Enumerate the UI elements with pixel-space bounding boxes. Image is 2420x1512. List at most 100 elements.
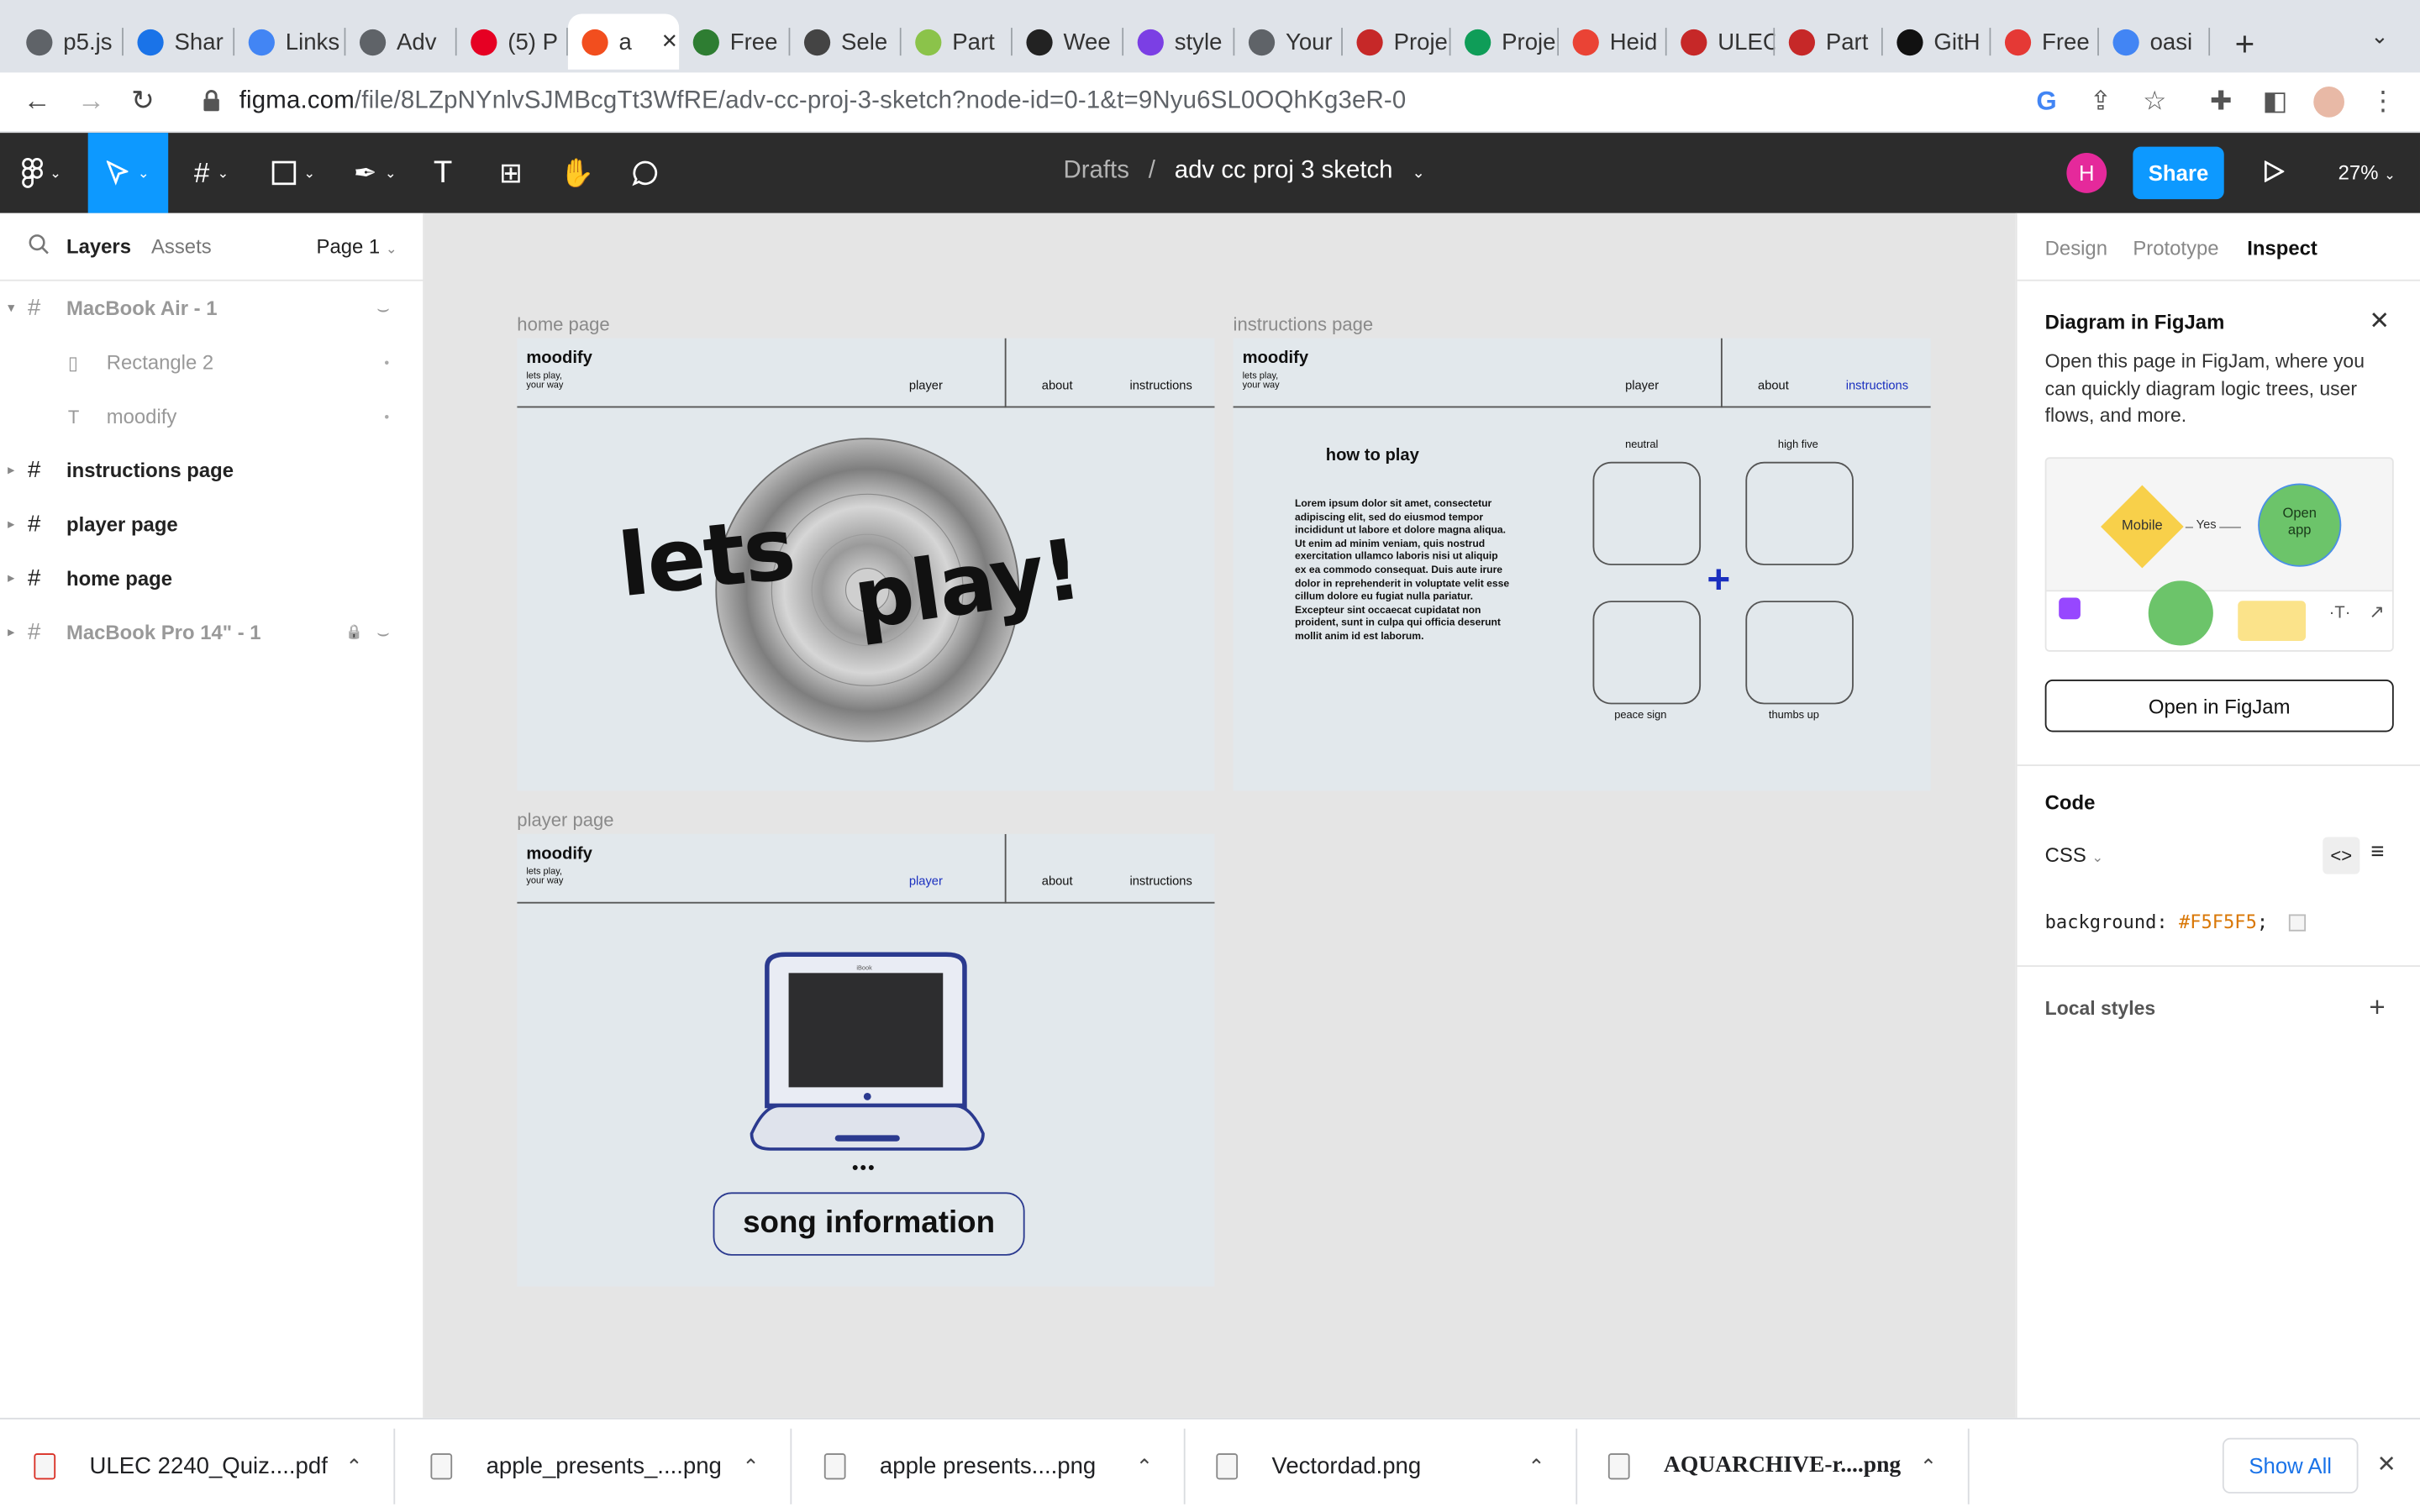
tab-prototype[interactable]: Prototype [2133, 236, 2218, 260]
browser-tab[interactable]: GitH [1883, 14, 1991, 70]
chevron-up-icon[interactable]: ⌃ [1920, 1454, 1937, 1478]
lock-icon[interactable] [203, 90, 221, 116]
lock-icon[interactable]: 🔒 [345, 624, 363, 641]
layer-row[interactable]: Tmoodify • [0, 389, 423, 443]
browser-tab[interactable]: Links [234, 14, 346, 70]
chevron-up-icon[interactable]: ⌃ [1136, 1454, 1153, 1478]
nav-about[interactable]: about [1042, 874, 1073, 889]
tab-search-chevron-icon[interactable]: ⌄ [2370, 24, 2389, 50]
song-information-box[interactable]: song information [713, 1192, 1025, 1256]
nav-instructions[interactable]: instructions [1129, 874, 1192, 889]
browser-tab[interactable]: Sele [790, 14, 902, 70]
tab-assets[interactable]: Assets [151, 234, 212, 258]
nav-about[interactable]: about [1042, 378, 1073, 392]
browser-tab[interactable]: Proje [1451, 14, 1560, 70]
breadcrumb-drafts[interactable]: Drafts [1064, 158, 1129, 184]
nav-player-active[interactable]: player [909, 874, 943, 889]
forward-arrow-icon[interactable]: → [77, 85, 105, 118]
bookmark-star-icon[interactable]: ☆ [2139, 87, 2170, 118]
browser-tab[interactable]: Your [1234, 14, 1343, 70]
layer-row[interactable]: ▸ # MacBook Pro 14" - 1 ⌣ 🔒 [0, 606, 423, 659]
chevron-up-icon[interactable]: ⌃ [1528, 1454, 1544, 1478]
browser-tab[interactable]: ULEC [1667, 14, 1776, 70]
reload-icon[interactable]: ↻ [131, 85, 155, 118]
instructions-page-frame[interactable]: moodify lets play, your way player about … [1233, 338, 1931, 791]
add-style-plus-icon[interactable]: + [2369, 991, 2385, 1024]
text-tool-icon[interactable]: T [420, 133, 466, 213]
layer-row[interactable]: ▾ # MacBook Air - 1 ⌣ [0, 281, 423, 335]
browser-tab[interactable]: Wee [1013, 14, 1124, 70]
layer-row[interactable]: ▯ Rectangle 2 • [0, 335, 423, 389]
file-name[interactable]: adv cc proj 3 sketch [1175, 158, 1393, 184]
frame-label-player[interactable]: player page [517, 809, 613, 831]
share-button[interactable]: Share [2133, 146, 2224, 200]
code-view-icon[interactable]: <> [2323, 837, 2360, 874]
close-icon[interactable]: ✕ [2369, 306, 2390, 337]
player-page-frame[interactable]: moodify lets play, your way player about … [517, 833, 1215, 1287]
caret-down-icon[interactable]: ▾ [8, 300, 14, 317]
profile-avatar[interactable] [2313, 86, 2344, 118]
download-item[interactable]: apple presents....png ⌃ [823, 1420, 1186, 1512]
nav-about[interactable]: about [1758, 378, 1789, 392]
nav-instructions-active[interactable]: instructions [1846, 378, 1908, 392]
code-language-dropdown[interactable]: CSS ⌄ [2045, 843, 2104, 867]
browser-tab[interactable]: Free [679, 14, 791, 70]
home-page-frame[interactable]: moodify lets play, your way player about … [517, 338, 1215, 791]
browser-tab[interactable]: Part [1775, 14, 1883, 70]
move-tool-icon[interactable]: ⌄ [87, 133, 169, 213]
tab-layers[interactable]: Layers [66, 234, 131, 258]
figma-main-menu-icon[interactable]: ⌄ [9, 133, 74, 213]
tab-inspect[interactable]: Inspect [2247, 236, 2317, 260]
layer-row[interactable]: ▸ # instructions page [0, 444, 423, 497]
url-field[interactable]: figma.com/file/8LZpNYnlvSJMBcgTt3WfRE/ad… [239, 88, 1407, 116]
share-page-icon[interactable]: ⇪ [2085, 87, 2116, 118]
layer-row[interactable]: ▸ # player page [0, 497, 423, 551]
caret-right-icon[interactable]: ▸ [8, 624, 14, 641]
comment-tool-icon[interactable] [622, 133, 668, 213]
google-lens-icon[interactable]: G [2031, 87, 2062, 118]
pen-tool-icon[interactable]: ✒ ⌄ [338, 133, 412, 213]
back-arrow-icon[interactable]: ← [24, 85, 51, 118]
browser-tab[interactable]: oasi [2099, 14, 2211, 70]
show-all-button[interactable]: Show All [2222, 1437, 2359, 1494]
extensions-puzzle-icon[interactable]: ✚ [2206, 87, 2237, 118]
zoom-dropdown[interactable]: 27% ⌄ [2338, 160, 2396, 184]
frame-label-home[interactable]: home page [517, 313, 609, 335]
browser-tab[interactable]: Shar [124, 14, 235, 70]
hand-tool-icon[interactable]: ✋ [554, 133, 600, 213]
nav-player[interactable]: player [909, 378, 943, 392]
more-dots-icon[interactable]: ••• [852, 1157, 876, 1179]
browser-tab[interactable]: Part [902, 14, 1013, 70]
frame-tool-icon[interactable]: # ⌄ [175, 133, 249, 213]
browser-tab[interactable]: style [1123, 14, 1235, 70]
browser-tab[interactable]: a ✕ [567, 13, 680, 70]
download-item[interactable]: ULEC 2240_Quiz....pdf ⌃ [34, 1420, 396, 1512]
download-item[interactable]: AQUARCHIVE-r....png ⌃ [1607, 1420, 1970, 1512]
browser-tab[interactable]: Free [1991, 14, 2099, 70]
browser-menu-icon[interactable]: ⋮ [2368, 87, 2399, 118]
open-in-figjam-button[interactable]: Open in FigJam [2044, 679, 2394, 732]
chevron-up-icon[interactable]: ⌃ [345, 1454, 362, 1478]
resources-icon[interactable]: ⊞ [487, 133, 534, 213]
new-tab-button[interactable]: + [2235, 24, 2255, 65]
nav-player[interactable]: player [1625, 378, 1659, 392]
browser-tab[interactable]: Adv [345, 14, 457, 70]
hidden-eye-icon[interactable]: ⌣ [376, 620, 390, 644]
close-downloads-icon[interactable]: ✕ [2377, 1450, 2396, 1478]
color-swatch[interactable] [2288, 914, 2306, 932]
browser-tab[interactable]: p5.js [13, 14, 124, 70]
caret-right-icon[interactable]: ▸ [8, 516, 14, 533]
shape-tool-icon[interactable]: ⌄ [256, 133, 330, 213]
side-panel-icon[interactable]: ◧ [2260, 87, 2291, 118]
page-selector[interactable]: Page 1 ⌄ [317, 234, 397, 258]
download-item[interactable]: Vectordad.png ⌃ [1216, 1420, 1578, 1512]
present-play-icon[interactable] [2263, 160, 2286, 186]
caret-right-icon[interactable]: ▸ [8, 570, 14, 586]
layer-row[interactable]: ▸ # home page [0, 551, 423, 605]
hidden-eye-icon[interactable]: ⌣ [376, 296, 390, 320]
file-menu-chevron-icon[interactable]: ⌄ [1412, 165, 1424, 182]
download-item[interactable]: apple_presents_....png ⌃ [430, 1420, 792, 1512]
user-avatar[interactable]: H [2066, 153, 2107, 193]
frame-label-instructions[interactable]: instructions page [1234, 313, 1374, 335]
chevron-up-icon[interactable]: ⌃ [742, 1454, 759, 1478]
